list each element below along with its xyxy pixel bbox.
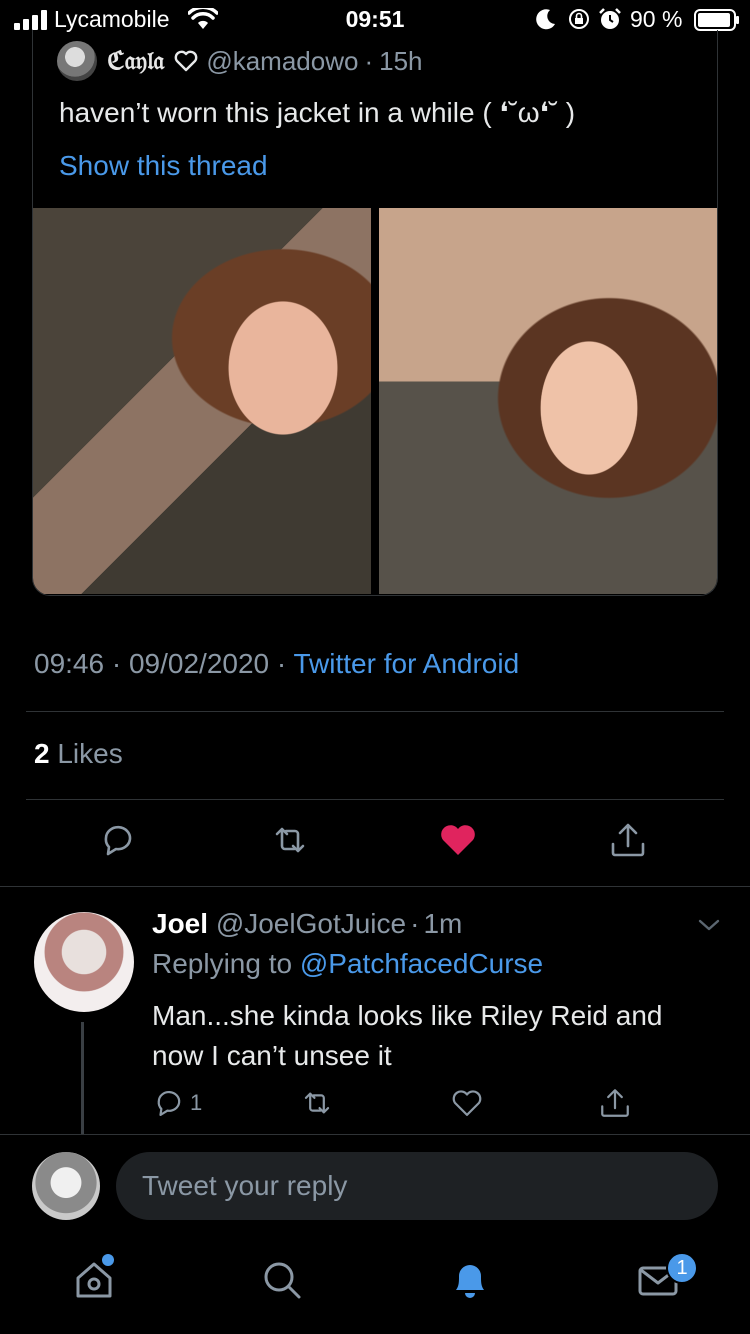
- avatar[interactable]: [34, 912, 134, 1012]
- likes-label: Likes: [57, 738, 123, 769]
- tweet-time: 09:46: [34, 648, 105, 679]
- reply-input-placeholder: Tweet your reply: [142, 1170, 348, 1201]
- avatar[interactable]: [32, 1152, 100, 1220]
- alarm-icon: [599, 8, 621, 29]
- reply-input[interactable]: Tweet your reply: [116, 1152, 718, 1220]
- quoted-handle: @kamadowo: [206, 45, 359, 76]
- divider: [0, 1134, 750, 1135]
- quoted-display-name: ℭ𝔞𝔶𝔩𝔞: [107, 46, 165, 75]
- reply-age: 1m: [423, 908, 463, 939]
- heart-outline-icon: [174, 50, 198, 72]
- separator-dot: ·: [104, 648, 129, 679]
- reply-action-bar: 1: [152, 1086, 652, 1122]
- like-icon[interactable]: [450, 1086, 484, 1120]
- tweet-source-link[interactable]: Twitter for Android: [294, 648, 520, 679]
- likes-count[interactable]: 2 Likes: [34, 738, 123, 770]
- separator-dot: ·: [364, 45, 374, 76]
- tweet-action-bar: [0, 820, 750, 868]
- reply-display-name[interactable]: Joel: [152, 908, 208, 939]
- separator-dot: ·: [269, 648, 294, 679]
- search-icon[interactable]: [258, 1256, 306, 1304]
- quoted-tweet-card[interactable]: ℭ𝔞𝔶𝔩𝔞 @kamadowo · 15h haven’t worn this …: [32, 30, 718, 596]
- like-icon[interactable]: [438, 820, 478, 860]
- divider: [26, 711, 724, 712]
- thread-connector-line: [81, 1022, 84, 1134]
- retweet-icon[interactable]: [300, 1086, 334, 1120]
- replying-to-handle[interactable]: @PatchfacedCurse: [300, 948, 543, 979]
- share-icon[interactable]: [598, 1086, 632, 1120]
- separator-dot: ·: [410, 908, 420, 939]
- notifications-icon[interactable]: [446, 1256, 494, 1304]
- tweet-photo-2[interactable]: [379, 208, 717, 594]
- replying-prefix: Replying to: [152, 948, 293, 979]
- avatar[interactable]: [57, 41, 97, 81]
- show-thread-link[interactable]: Show this thread: [59, 150, 268, 182]
- quoted-tweet-text: haven’t worn this jacket in a while ( ❛˘…: [59, 97, 576, 128]
- tweet-date: 09/02/2020: [128, 648, 270, 679]
- tweet-meta: 09:46 · 09/02/2020 · Twitter for Android: [34, 648, 519, 680]
- messages-badge: 1: [666, 1252, 698, 1284]
- reply-text: Man...she kinda looks like Riley Reid an…: [152, 1000, 663, 1071]
- share-icon[interactable]: [608, 820, 648, 860]
- replying-to: Replying to @PatchfacedCurse: [152, 948, 543, 980]
- likes-number: 2: [34, 738, 50, 769]
- divider: [0, 886, 750, 887]
- rotation-lock-icon: [569, 9, 589, 29]
- quoted-tweet-header: ℭ𝔞𝔶𝔩𝔞 @kamadowo · 15h: [57, 41, 423, 81]
- battery-percent: 90 %: [630, 6, 683, 32]
- divider: [26, 799, 724, 800]
- quoted-age: 15h: [379, 45, 423, 76]
- reply-handle: @JoelGotJuice: [215, 908, 407, 939]
- tweet-photo-1[interactable]: [33, 208, 371, 594]
- moon-icon: [536, 9, 555, 30]
- photo-grid: [33, 208, 717, 595]
- reply-icon[interactable]: [98, 820, 138, 860]
- reply-icon[interactable]: [152, 1086, 186, 1120]
- reply-count: 1: [190, 1090, 203, 1115]
- new-content-dot: [102, 1254, 114, 1266]
- chevron-down-icon[interactable]: [696, 914, 722, 936]
- battery-icon: [694, 9, 739, 31]
- retweet-icon[interactable]: [270, 820, 310, 860]
- reply-header: Joel @JoelGotJuice · 1m: [152, 908, 462, 940]
